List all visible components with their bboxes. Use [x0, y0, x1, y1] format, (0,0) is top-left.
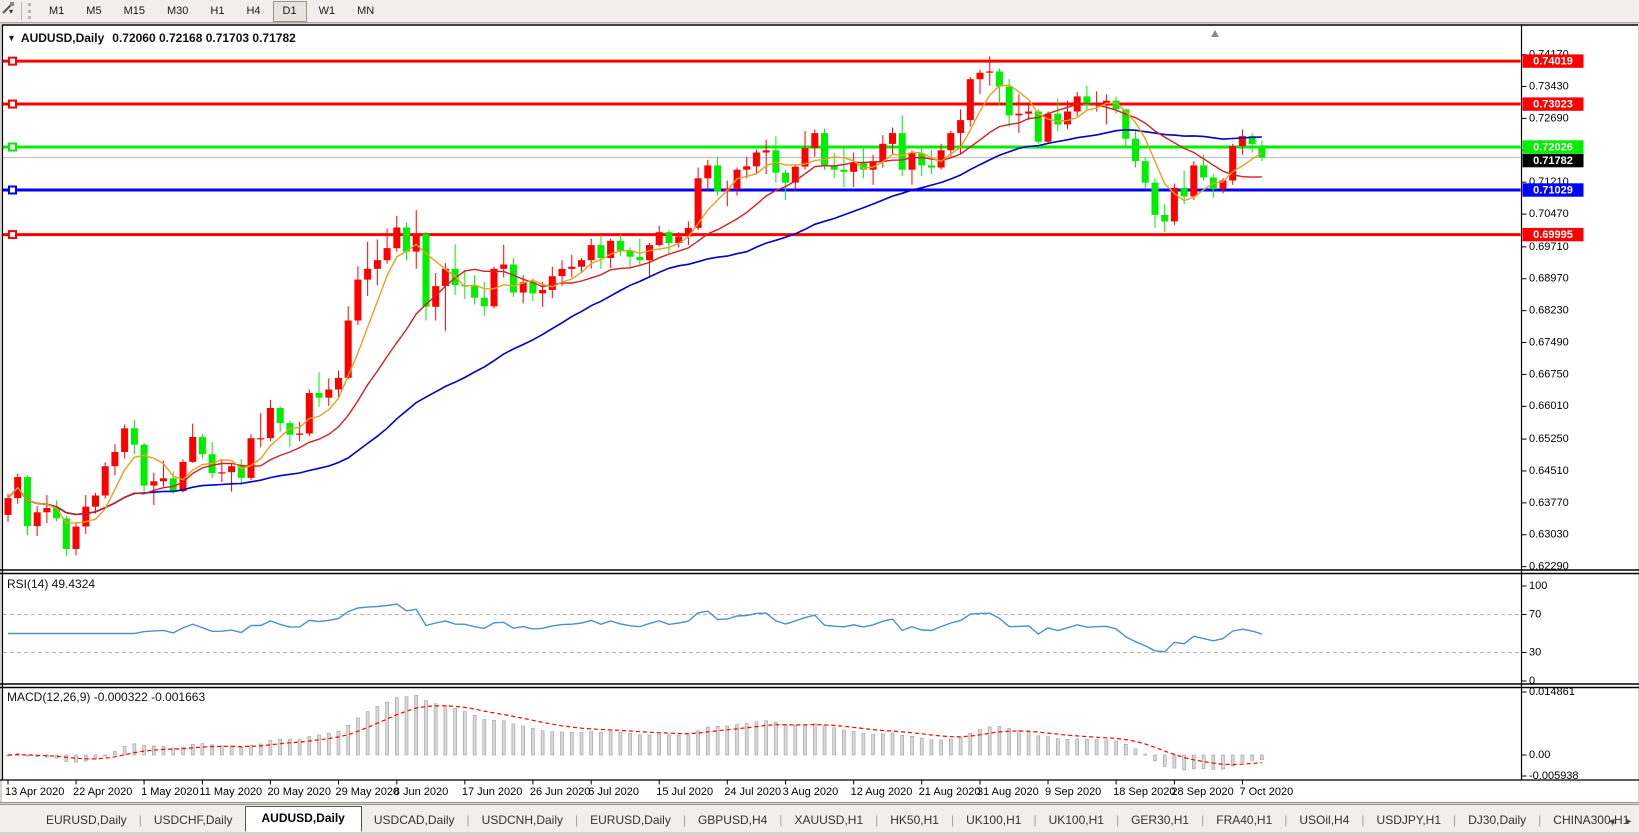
svg-text:0.63030: 0.63030: [1529, 529, 1569, 541]
svg-text:0.74019: 0.74019: [1533, 56, 1573, 68]
chart-tab-uk100-h1[interactable]: UK100,H1: [1037, 809, 1116, 832]
svg-text:31 Aug 2020: 31 Aug 2020: [977, 786, 1039, 798]
svg-text:0.71782: 0.71782: [1533, 155, 1573, 167]
ohlc-values: 0.72060 0.72168 0.71703 0.71782: [112, 31, 296, 45]
chart-tab-gbpusd-h4[interactable]: GBPUSD,H4: [686, 809, 779, 832]
svg-text:17 Jun 2020: 17 Jun 2020: [462, 786, 523, 798]
svg-text:21 Aug 2020: 21 Aug 2020: [919, 786, 981, 798]
macd-pane-label: MACD(12,26,9) -0.000322 -0.001663: [7, 690, 205, 704]
svg-text:28 Sep 2020: 28 Sep 2020: [1171, 786, 1233, 798]
svg-text:0.71029: 0.71029: [1533, 184, 1573, 196]
svg-text:26 Jun 2020: 26 Jun 2020: [530, 786, 591, 798]
symbol-tab-bar: EURUSD,Daily|USDCHF,DailyAUDUSD,DailyUSD…: [0, 804, 1639, 832]
hline-handle[interactable]: [9, 101, 16, 108]
rsi-pane-label: RSI(14) 49.4324: [7, 577, 95, 591]
svg-text:0.014861: 0.014861: [1529, 686, 1575, 698]
svg-text:0.65250: 0.65250: [1529, 433, 1569, 445]
macd-signal-line: [8, 706, 1262, 765]
mt4-window: ▾ M1M5M15M30H1H4D1W1MN 0.741700.734300.7…: [0, 0, 1639, 835]
collapse-pane-icon[interactable]: ▼: [7, 33, 16, 43]
svg-text:1 May 2020: 1 May 2020: [141, 786, 198, 798]
symbol-period-label: AUDUSD,Daily: [21, 31, 104, 45]
chart-tab-usdcnh-daily[interactable]: USDCNH,Daily: [470, 809, 575, 832]
svg-text:0.62290: 0.62290: [1529, 561, 1569, 573]
svg-text:24 Jul 2020: 24 Jul 2020: [724, 786, 781, 798]
svg-text:29 May 2020: 29 May 2020: [335, 786, 399, 798]
chart-canvas[interactable]: 0.741700.734300.726900.719500.712100.704…: [0, 0, 1639, 835]
svg-text:-0.005938: -0.005938: [1529, 770, 1579, 782]
chart-tab-hk50-h1[interactable]: HK50,H1: [878, 809, 951, 832]
svg-text:0.63770: 0.63770: [1529, 497, 1569, 509]
chart-tab-eurusd-daily[interactable]: EURUSD,Daily: [34, 809, 139, 832]
svg-text:0.68230: 0.68230: [1529, 305, 1569, 317]
svg-text:70: 70: [1529, 608, 1541, 620]
chart-shift-marker[interactable]: [1211, 30, 1219, 37]
svg-text:0.00: 0.00: [1529, 749, 1550, 761]
svg-text:0.64510: 0.64510: [1529, 465, 1569, 477]
chart-tab-usdchf-daily[interactable]: USDCHF,Daily: [142, 809, 245, 832]
hline-handle[interactable]: [9, 231, 16, 238]
svg-text:0.67490: 0.67490: [1529, 336, 1569, 348]
svg-text:22 Apr 2020: 22 Apr 2020: [73, 786, 132, 798]
svg-text:13 Apr 2020: 13 Apr 2020: [5, 786, 64, 798]
svg-text:20 May 2020: 20 May 2020: [267, 786, 331, 798]
svg-text:15 Jul 2020: 15 Jul 2020: [656, 786, 713, 798]
svg-text:0.73430: 0.73430: [1529, 80, 1569, 92]
svg-text:18 Sep 2020: 18 Sep 2020: [1113, 786, 1175, 798]
chart-tab-usoil-h4[interactable]: USOil,H4: [1287, 809, 1361, 832]
chart-tab-usdjpy-h1[interactable]: USDJPY,H1: [1365, 809, 1453, 832]
chart-tab-eurusd-daily[interactable]: EURUSD,Daily: [578, 809, 683, 832]
chart-tab-dj30-daily[interactable]: DJ30,Daily: [1456, 809, 1538, 832]
svg-text:0.73023: 0.73023: [1533, 98, 1573, 110]
chart-tab-ger30-h1[interactable]: GER30,H1: [1119, 809, 1201, 832]
svg-text:0.68970: 0.68970: [1529, 273, 1569, 285]
hline-handle[interactable]: [9, 187, 16, 194]
svg-text:0.66750: 0.66750: [1529, 368, 1569, 380]
svg-text:0.66010: 0.66010: [1529, 400, 1569, 412]
hline-handle[interactable]: [9, 58, 16, 65]
svg-text:30: 30: [1529, 646, 1541, 658]
svg-text:0.69710: 0.69710: [1529, 241, 1569, 253]
svg-text:0.72690: 0.72690: [1529, 112, 1569, 124]
chart-tab-uk100-h1[interactable]: UK100,H1: [954, 809, 1033, 832]
macd-histogram: [7, 695, 1264, 770]
svg-text:12 Aug 2020: 12 Aug 2020: [851, 786, 913, 798]
chart-tab-fra40-h1[interactable]: FRA40,H1: [1204, 809, 1284, 832]
svg-text:7 Oct 2020: 7 Oct 2020: [1239, 786, 1293, 798]
svg-text:6 Jul 2020: 6 Jul 2020: [588, 786, 639, 798]
svg-text:0.69995: 0.69995: [1533, 229, 1573, 241]
tab-scroll-left-icon[interactable]: ◄: [1607, 816, 1616, 826]
chart-tab-xauusd-h1[interactable]: XAUUSD,H1: [782, 809, 875, 832]
candlesticks: [5, 56, 1266, 556]
svg-text:8 Jun 2020: 8 Jun 2020: [394, 786, 448, 798]
svg-text:11 May 2020: 11 May 2020: [199, 786, 262, 798]
hline-handle[interactable]: [9, 144, 16, 151]
rsi-line: [8, 604, 1262, 652]
svg-text:100: 100: [1529, 580, 1547, 592]
chart-tab-audusd-daily[interactable]: AUDUSD,Daily: [245, 806, 362, 832]
svg-text:0.70470: 0.70470: [1529, 208, 1569, 220]
svg-text:3 Aug 2020: 3 Aug 2020: [783, 786, 839, 798]
chart-tab-usdcad-daily[interactable]: USDCAD,Daily: [362, 809, 467, 832]
svg-text:9 Sep 2020: 9 Sep 2020: [1045, 786, 1101, 798]
svg-text:0.72026: 0.72026: [1533, 141, 1573, 153]
tab-scroll-right-icon[interactable]: ►: [1624, 816, 1633, 826]
chart-ohlc-header: ▼ AUDUSD,Daily 0.72060 0.72168 0.71703 0…: [7, 31, 296, 45]
